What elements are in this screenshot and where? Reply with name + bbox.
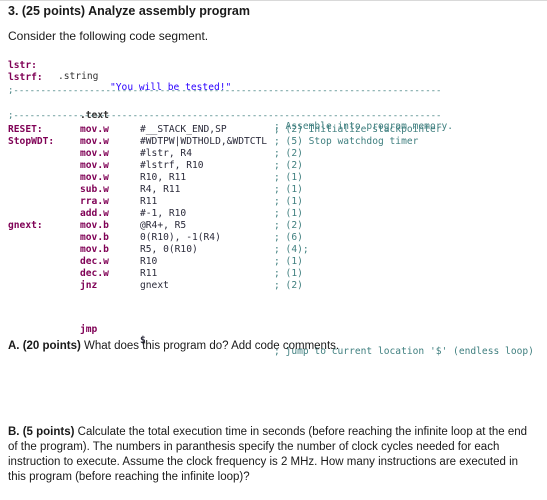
code-operands: #__STACK_END,SP [140,124,227,135]
code-line-lstr: lstr: .string "You will be tested!" [8,49,547,93]
code-mnemonic: mov.w [80,172,109,183]
question-b-prefix: B. (5 points) [8,426,75,438]
code-comment: ; (6) [274,232,303,243]
code-line: rra.w R11 ; (1) [8,196,547,208]
code-comment: ; (1) [274,172,303,183]
code-operands: gnext [140,280,169,291]
code-line-text-directive: .text ; Assemble into program memory. [8,99,547,132]
code-operands: 0(R10), -1(R4) [140,232,221,243]
question-b-text: Calculate the total execution time in se… [8,426,528,483]
code-mnemonic: sub.w [80,184,109,195]
question-a-prefix: A. (20 points) [8,340,81,352]
code-comment: ; (2) [274,148,303,159]
code-mnemonic: mov.b [80,220,109,231]
code-line: RESET: mov.w #__STACK_END,SP ; (2) Initiali… [8,124,547,136]
code-operands: R10 [140,256,158,267]
code-operands: #lstrf, R10 [140,160,204,171]
code-mnemonic: mov.w [80,124,109,135]
code-mnemonic: rra.w [80,196,109,207]
code-line: gnext: mov.b @R4+, R5 ; (2) [8,220,547,232]
code-line: mov.b 0(R10), -1(R4) ; (6) [8,232,547,244]
question-a-text: What does this program do? Add code comm… [80,340,340,352]
code-mnemonic: mov.w [80,136,109,147]
code-label: lstrf: [8,72,43,83]
code-mnemonic: mov.b [80,232,109,243]
code-comment: ; (5) Stop watchdog timer [274,136,419,147]
code-line: mov.w R10, R11 ; (1) [8,172,547,184]
code-line: mov.b R5, 0(R10) ; (4); [8,244,547,256]
code-line: mov.w #lstrf, R10 ; (2) [8,160,547,172]
code-comment: ; (1) [274,268,303,279]
code-comment: ; (2) [274,160,303,171]
code-mnemonic: mov.w [80,160,109,171]
code-label: RESET: [8,124,43,135]
code-line: dec.w R11 ; (1) [8,268,547,280]
code-comment: ; (2) [274,280,303,291]
question-title: 3. (25 points) Analyze assembly program [8,4,250,18]
code-operands: R4, R11 [140,184,181,195]
code-comment: ; (1) [274,196,303,207]
code-mnemonic: add.w [80,208,109,219]
code-comment: ; (1) [274,184,303,195]
code-line-lstrf: lstrf: [8,61,547,83]
question-b: B. (5 points) Calculate the total execut… [8,425,538,485]
code-operands: R5, 0(R10) [140,244,198,255]
separator-line: ;---------------------------------------… [8,86,442,96]
code-line: jnz gnext ; (2) [8,280,547,292]
code-operands: R11 [140,196,158,207]
code-operands: #WDTPW|WDTHOLD,&WDTCTL [140,136,268,147]
code-line: mov.w #lstr, R4 ; (2) [8,148,547,160]
code-comment: ; (2) Initialize stackpointer [274,124,442,135]
code-line: add.w #-1, R10 ; (1) [8,208,547,220]
separator-line: ;---------------------------------------… [8,111,442,121]
code-mnemonic: dec.w [80,268,109,279]
code-operands: R11 [140,268,158,279]
code-line-jmp: jmp $ ; jump to current location '$' (en… [8,313,547,357]
code-operands: R10, R11 [140,172,187,183]
intro-text: Consider the following code segment. [8,29,209,43]
question-a: A. (20 points) What does this program do… [8,340,339,352]
code-comment: ; (1) [274,208,303,219]
code-operands: #-1, R10 [140,208,187,219]
code-line: sub.w R4, R11 ; (1) [8,184,547,196]
code-mnemonic: mov.w [80,148,109,159]
code-operands: #lstr, R4 [140,148,192,159]
code-mnemonic: dec.w [80,256,109,267]
code-mnemonic: mov.b [80,244,109,255]
code-mnemonic: jnz [80,280,98,291]
top-border [0,0,547,1]
code-mnemonic: jmp [80,324,98,335]
code-operands: @R4+, R5 [140,220,187,231]
code-line: dec.w R10 ; (1) [8,256,547,268]
code-comment: ; (2) [274,220,303,231]
code-label: StopWDT: [8,136,55,147]
code-label: gnext: [8,220,43,231]
code-comment: ; (4); [274,244,309,255]
code-line: StopWDT: mov.w #WDTPW|WDTHOLD,&WDTCTL ; (5)… [8,136,547,148]
code-comment: ; (1) [274,256,303,267]
